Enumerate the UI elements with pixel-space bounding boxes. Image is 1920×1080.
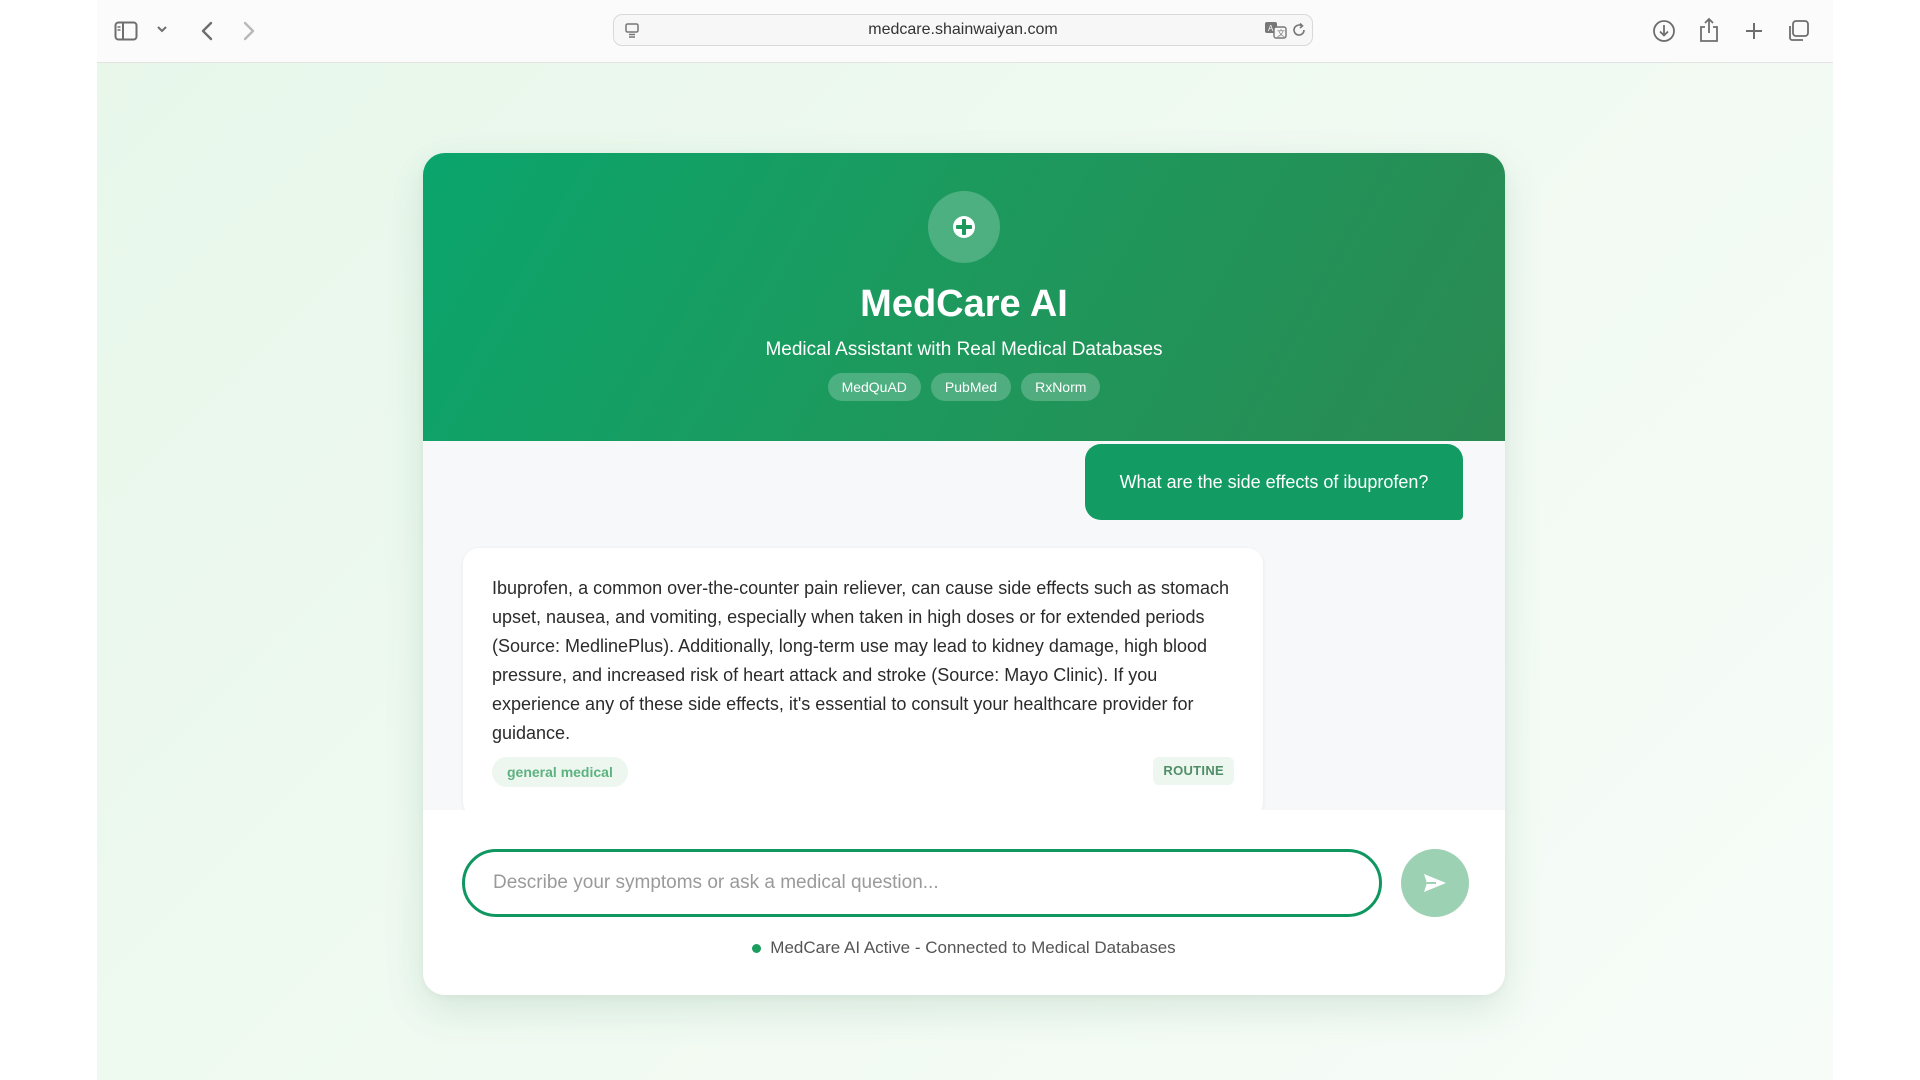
database-tags: MedQuAD PubMed RxNorm <box>423 373 1505 401</box>
status-dot <box>752 943 762 953</box>
download-icon[interactable] <box>1649 16 1679 46</box>
share-icon[interactable] <box>1694 14 1724 46</box>
assistant-message-text: Ibuprofen, a common over-the-counter pai… <box>492 578 1230 743</box>
category-badge: general medical <box>492 757 628 787</box>
translate-icon[interactable]: A文 <box>1264 20 1288 40</box>
medical-cross-icon <box>951 214 977 240</box>
app-logo <box>928 191 1000 263</box>
chat-card: MedCare AI Medical Assistant with Real M… <box>423 153 1505 995</box>
forward-icon[interactable] <box>237 16 261 46</box>
tag-pubmed: PubMed <box>930 373 1012 401</box>
chevron-down-icon[interactable] <box>155 22 169 36</box>
user-message: What are the side effects of ibuprofen? <box>1085 444 1463 520</box>
app-subtitle: Medical Assistant with Real Medical Data… <box>765 339 1163 360</box>
input-area: MedCare AI Active - Connected to Medical… <box>423 810 1505 995</box>
new-tab-icon[interactable] <box>1739 16 1769 46</box>
message-input[interactable] <box>462 849 1382 917</box>
tabs-overview-icon[interactable] <box>1783 16 1813 46</box>
svg-text:文: 文 <box>1277 28 1285 38</box>
status-text: MedCare AI Active - Connected to Medical… <box>770 938 1176 957</box>
url-text: medcare.shainwaiyan.com <box>868 21 1058 38</box>
app-title: MedCare AI <box>860 283 1068 325</box>
svg-text:A: A <box>1268 24 1274 33</box>
browser-toolbar: medcare.shainwaiyan.com A文 <box>97 0 1833 63</box>
assistant-message: Ibuprofen, a common over-the-counter pai… <box>463 548 1263 810</box>
urgency-badge: ROUTINE <box>1153 757 1234 785</box>
browser-window: medcare.shainwaiyan.com A文 MedCare AI Me… <box>97 0 1833 1080</box>
app-header: MedCare AI Medical Assistant with Real M… <box>423 153 1505 441</box>
send-button[interactable] <box>1401 849 1469 917</box>
sidebar-icon[interactable] <box>111 16 141 46</box>
tag-medquad: MedQuAD <box>827 373 921 401</box>
address-bar[interactable]: medcare.shainwaiyan.com A文 <box>613 14 1313 46</box>
reload-icon[interactable] <box>1290 21 1308 39</box>
back-icon[interactable] <box>195 16 219 46</box>
send-icon <box>1422 872 1448 894</box>
tag-rxnorm: RxNorm <box>1021 373 1101 401</box>
status-bar: MedCare AI Active - Connected to Medical… <box>423 938 1505 958</box>
chat-messages[interactable]: What are the side effects of ibuprofen? … <box>423 441 1505 810</box>
